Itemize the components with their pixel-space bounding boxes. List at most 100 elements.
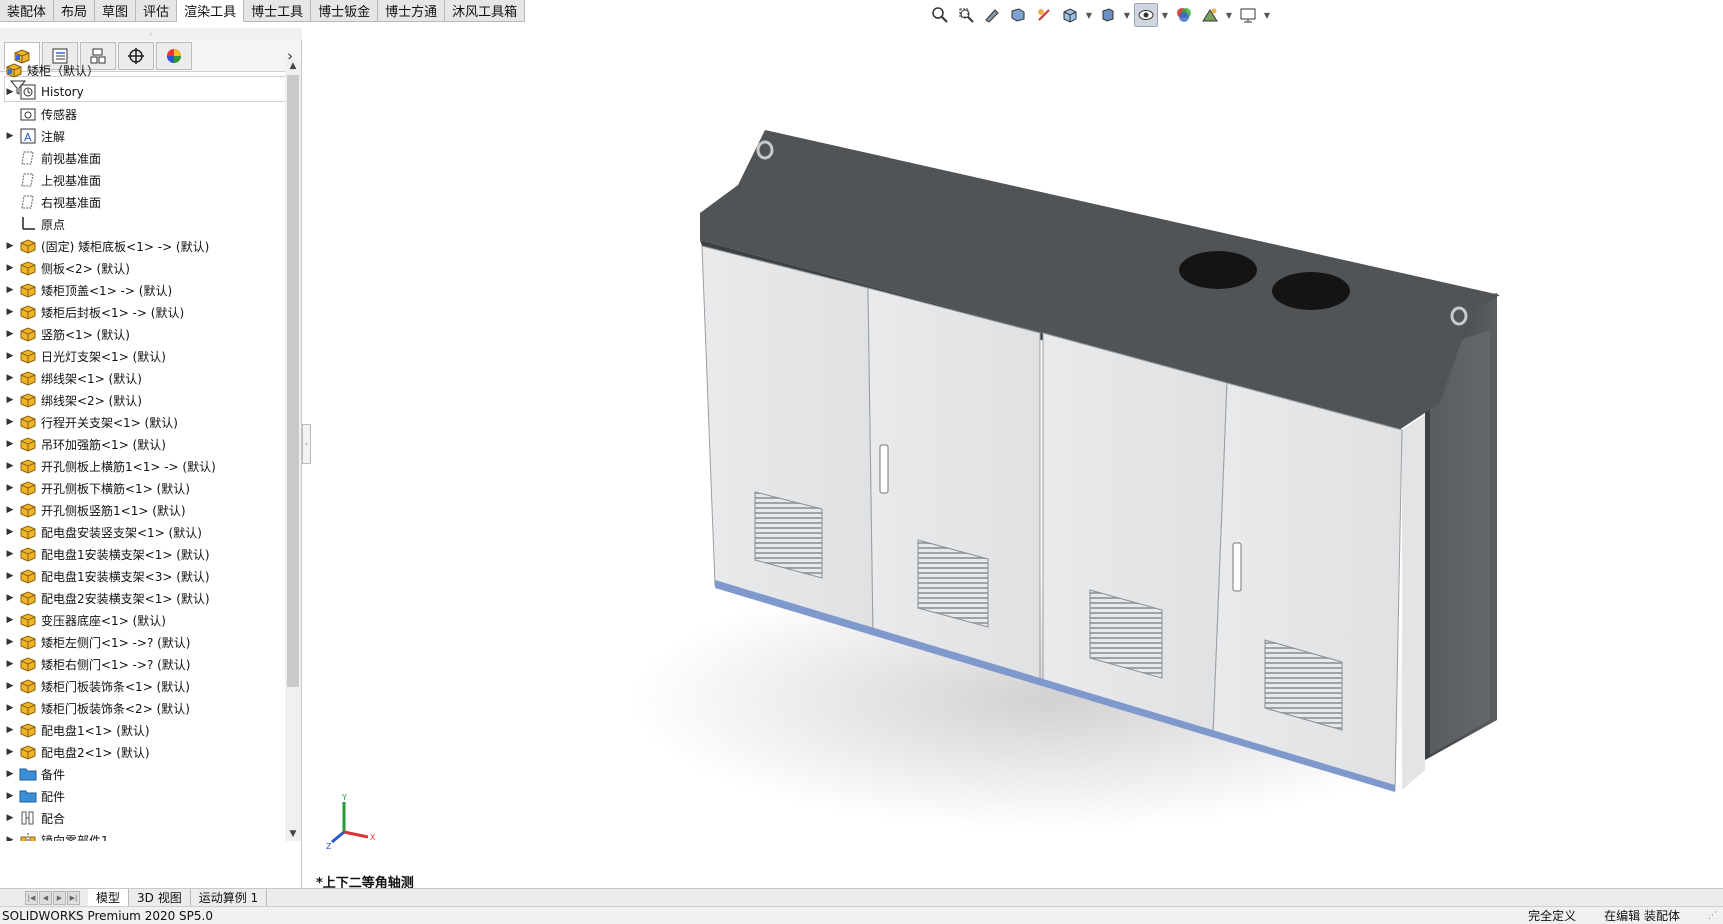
edit-appearance-icon[interactable] — [1172, 3, 1196, 27]
tree-item[interactable]: ▶ 配电盘1安装横支架<1> (默认) — [0, 543, 284, 565]
expand-arrow-icon[interactable]: ▶ — [2, 439, 18, 449]
expand-arrow-icon[interactable]: ▶ — [2, 241, 18, 251]
tab-4[interactable]: 渲染工具 — [177, 0, 245, 22]
expand-arrow-icon[interactable]: ▶ — [2, 549, 18, 559]
expand-arrow-icon[interactable]: ▶ — [2, 483, 18, 493]
tree-item[interactable]: ▶ 矮柜左侧门<1> ->? (默认) — [0, 631, 284, 653]
expand-arrow-icon[interactable]: ▶ — [2, 615, 18, 625]
tab-8[interactable]: 沐风工具箱 — [445, 0, 526, 22]
expand-arrow-icon[interactable]: ▶ — [2, 813, 18, 823]
tree-item[interactable]: ▶ History — [0, 81, 284, 103]
expand-arrow-icon[interactable]: ▶ — [2, 769, 18, 779]
view-settings-icon[interactable] — [1236, 3, 1260, 27]
panel-grip[interactable]: ◦ — [0, 28, 302, 40]
expand-arrow-icon[interactable]: ▶ — [2, 461, 18, 471]
tree-item[interactable]: ▶ 矮柜后封板<1> -> (默认) — [0, 301, 284, 323]
tree-item[interactable]: ▶ A 注解 — [0, 125, 284, 147]
chevron-down-icon[interactable]: ▼ — [1224, 3, 1234, 27]
chevron-down-icon[interactable]: ▼ — [1084, 3, 1094, 27]
tab-5[interactable]: 博士工具 — [244, 0, 312, 22]
expand-arrow-icon[interactable]: ▶ — [2, 747, 18, 757]
tree-item[interactable]: ▶ 矮柜顶盖<1> -> (默认) — [0, 279, 284, 301]
expand-arrow-icon[interactable]: ▶ — [2, 263, 18, 273]
chevron-down-icon[interactable]: ▼ — [1122, 3, 1132, 27]
tree-item[interactable]: ▶ 配电盘2安装横支架<1> (默认) — [0, 587, 284, 609]
graphics-area[interactable] — [303, 28, 1723, 890]
expand-arrow-icon[interactable]: ▶ — [2, 835, 18, 841]
tree-item[interactable]: 前视基准面 — [0, 147, 284, 169]
expand-arrow-icon[interactable]: ▶ — [2, 131, 18, 141]
first-tab-icon[interactable]: |◀ — [25, 890, 38, 905]
tree-item[interactable]: ▶ 绑线架<2> (默认) — [0, 389, 284, 411]
tree-item[interactable]: ▶ 侧板<2> (默认) — [0, 257, 284, 279]
apply-scene-icon[interactable] — [1198, 3, 1222, 27]
expand-arrow-icon[interactable]: ▶ — [2, 395, 18, 405]
chevron-down-icon[interactable]: ▼ — [1160, 3, 1170, 27]
bottom-tab-2[interactable]: 运动算例 1 — [191, 889, 268, 906]
tab-7[interactable]: 博士方通 — [378, 0, 446, 22]
tree-item[interactable]: ▶ 开孔侧板下横筋<1> (默认) — [0, 477, 284, 499]
tree-item[interactable]: 上视基准面 — [0, 169, 284, 191]
chevron-up-icon[interactable]: ▲ — [285, 59, 301, 73]
prev-tab-icon[interactable]: ◀ — [39, 890, 52, 905]
last-tab-icon[interactable]: ▶| — [67, 890, 80, 905]
zoom-to-area-icon[interactable] — [954, 3, 978, 27]
next-tab-icon[interactable]: ▶ — [53, 890, 66, 905]
view-orientation-icon[interactable] — [1058, 3, 1082, 27]
tab-2[interactable]: 草图 — [95, 0, 137, 22]
tree-item[interactable]: ▶ 配电盘安装竖支架<1> (默认) — [0, 521, 284, 543]
tree-item[interactable]: ▶ 备件 — [0, 763, 284, 785]
hide-show-items-icon[interactable] — [1134, 3, 1158, 27]
tree-item[interactable]: ▶ 配电盘2<1> (默认) — [0, 741, 284, 763]
tree-item[interactable]: 传感器 — [0, 103, 284, 125]
expand-arrow-icon[interactable]: ▶ — [2, 791, 18, 801]
expand-arrow-icon[interactable]: ▶ — [2, 681, 18, 691]
tab-6[interactable]: 博士钣金 — [311, 0, 379, 22]
cabinet-model[interactable] — [303, 28, 1723, 890]
tree-item[interactable]: 原点 — [0, 213, 284, 235]
tree-item[interactable]: ▶ (固定) 矮柜底板<1> -> (默认) — [0, 235, 284, 257]
bottom-tab-0[interactable]: 模型 — [88, 889, 130, 906]
tree-scrollbar[interactable]: ▲ ▼ — [285, 59, 301, 841]
tree-item[interactable]: ▶ 配电盘1安装横支架<3> (默认) — [0, 565, 284, 587]
expand-arrow-icon[interactable]: ▶ — [2, 637, 18, 647]
zoom-to-fit-icon[interactable] — [928, 3, 952, 27]
tree-item[interactable]: ▶ 矮柜右侧门<1> ->? (默认) — [0, 653, 284, 675]
expand-arrow-icon[interactable]: ▶ — [2, 417, 18, 427]
tab-3[interactable]: 评估 — [136, 0, 178, 22]
expand-arrow-icon[interactable]: ▶ — [2, 659, 18, 669]
tree-item[interactable]: ▶ 矮柜门板装饰条<1> (默认) — [0, 675, 284, 697]
expand-arrow-icon[interactable]: ▶ — [2, 329, 18, 339]
expand-arrow-icon[interactable]: ▶ — [2, 87, 18, 97]
resize-grip-icon[interactable]: ⋰ — [1708, 911, 1717, 921]
tree-item[interactable]: ▶ 行程开关支架<1> (默认) — [0, 411, 284, 433]
scrollbar-thumb[interactable] — [287, 75, 299, 687]
chevron-down-icon[interactable]: ▼ — [285, 827, 301, 841]
tree-item[interactable]: ▶ 吊环加强筋<1> (默认) — [0, 433, 284, 455]
expand-arrow-icon[interactable]: ▶ — [2, 703, 18, 713]
tree-item[interactable]: ▶ 配合 — [0, 807, 284, 829]
tree-item[interactable]: ▶ 矮柜门板装饰条<2> (默认) — [0, 697, 284, 719]
tree-item[interactable]: ▶ 镜向零部件1 — [0, 829, 284, 841]
section-view-icon[interactable] — [1006, 3, 1030, 27]
bottom-tab-1[interactable]: 3D 视图 — [129, 889, 191, 906]
tab-0[interactable]: 装配体 — [0, 0, 55, 22]
tree-root[interactable]: 矮柜（默认） — [0, 59, 284, 81]
tree-item[interactable]: ▶ 开孔侧板竖筋1<1> (默认) — [0, 499, 284, 521]
tree-item[interactable]: ▶ 日光灯支架<1> (默认) — [0, 345, 284, 367]
chevron-down-icon[interactable]: ▼ — [1262, 3, 1272, 27]
tree-item[interactable]: ▶ 竖筋<1> (默认) — [0, 323, 284, 345]
display-style-icon[interactable] — [1096, 3, 1120, 27]
tab-1[interactable]: 布局 — [54, 0, 96, 22]
expand-arrow-icon[interactable]: ▶ — [2, 505, 18, 515]
previous-view-icon[interactable] — [980, 3, 1004, 27]
tree-item[interactable]: ▶ 配电盘1<1> (默认) — [0, 719, 284, 741]
tree-item[interactable]: ▶ 开孔侧板上横筋1<1> -> (默认) — [0, 455, 284, 477]
expand-arrow-icon[interactable]: ▶ — [2, 373, 18, 383]
tree-item[interactable]: 右视基准面 — [0, 191, 284, 213]
expand-arrow-icon[interactable]: ▶ — [2, 593, 18, 603]
tree-item[interactable]: ▶ 变压器底座<1> (默认) — [0, 609, 284, 631]
tree-item[interactable]: ▶ 绑线架<1> (默认) — [0, 367, 284, 389]
dynamic-annotation-icon[interactable] — [1032, 3, 1056, 27]
expand-arrow-icon[interactable]: ▶ — [2, 571, 18, 581]
